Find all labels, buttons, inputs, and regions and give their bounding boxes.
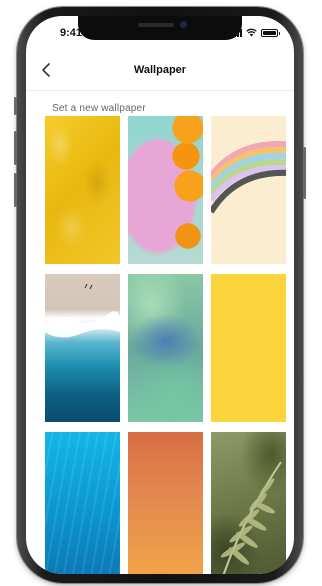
wallpaper-fern-leaf[interactable] <box>211 432 286 574</box>
wallpaper-orange-gradient[interactable] <box>128 432 203 574</box>
wallpaper-green-blue-blur[interactable] <box>128 274 203 422</box>
mute-switch <box>14 97 17 115</box>
wallpaper-aerial-wave[interactable] <box>45 274 120 422</box>
wallpaper-grid <box>26 16 294 574</box>
volume-up-button <box>14 131 17 165</box>
power-button <box>303 147 306 199</box>
fern-image <box>220 461 282 574</box>
phone-screen: 9:41 Wallpaper Set a new wallpaper <box>26 16 294 574</box>
volume-down-button <box>14 173 17 207</box>
wallpaper-yellow-knit[interactable] <box>45 116 120 264</box>
wallpaper-pink-orange-abstract[interactable] <box>128 116 203 264</box>
wallpaper-underwater-blue[interactable] <box>45 432 120 574</box>
rainbow-arc-image <box>211 116 286 264</box>
surfers-image <box>45 283 120 338</box>
wallpaper-solid-yellow[interactable] <box>211 274 286 422</box>
wallpaper-rainbow-arc[interactable] <box>211 116 286 264</box>
